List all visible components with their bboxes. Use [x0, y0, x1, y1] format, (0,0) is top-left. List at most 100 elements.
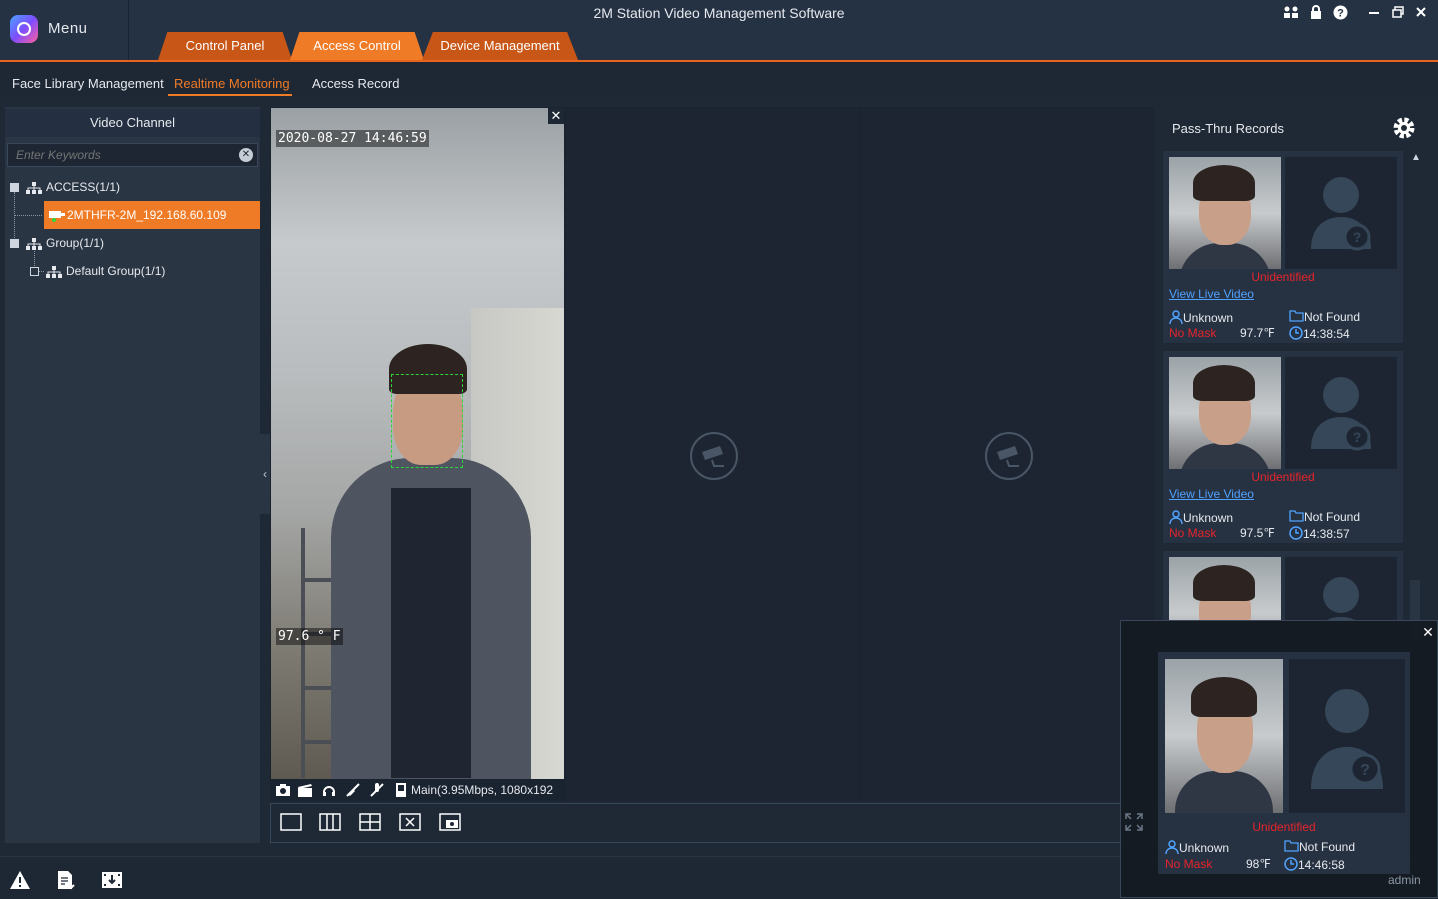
svg-text:?: ? [1353, 429, 1362, 445]
person-name: Unknown [1169, 310, 1233, 325]
snapshot-all-icon[interactable] [439, 813, 461, 831]
network-tree-icon [46, 265, 62, 278]
search-input[interactable] [14, 147, 238, 163]
identification-status: Unidentified [1251, 270, 1315, 284]
pass-thru-record[interactable]: ? Unidentified View Live Video Unknown N… [1163, 351, 1403, 543]
channel-search: ✕ [7, 143, 258, 167]
clock-icon [1289, 526, 1303, 540]
channel-toolbar: Main(3.95Mbps, 1080x192 [271, 779, 564, 801]
person-name-value: Unknown [1183, 511, 1234, 525]
time-value: 14:38:54 [1303, 327, 1350, 341]
person-name-value: Unknown [1183, 311, 1234, 325]
layout-2x2-icon[interactable] [359, 813, 381, 831]
view-live-video-link[interactable]: View Live Video [1169, 287, 1254, 301]
osd-temperature: 97.6 ° F [276, 628, 343, 645]
match-value: Not Found [1304, 510, 1361, 524]
identification-status: Unidentified [1251, 470, 1315, 484]
clock-icon [1289, 326, 1303, 340]
person-name: Unknown [1165, 840, 1229, 855]
camera-placeholder-icon [985, 432, 1033, 480]
tree-collapse-icon[interactable] [10, 239, 19, 249]
current-user: admin [1388, 873, 1421, 887]
record-time: 14:38:57 [1289, 526, 1350, 541]
tree-node-group[interactable]: Group(1/1) [10, 233, 104, 253]
audio-mute-icon[interactable] [345, 782, 361, 798]
active-subtab-indicator [168, 94, 292, 96]
match-result: Not Found [1289, 310, 1360, 324]
layout-1x3-icon[interactable] [319, 813, 341, 831]
scroll-up-icon[interactable]: ▲ [1408, 150, 1424, 166]
popup-record-card[interactable]: ? Unidentified Unknown Not Found No Mask… [1158, 652, 1410, 874]
close-icon[interactable] [1412, 5, 1430, 21]
close-channel-icon[interactable]: ✕ [548, 108, 564, 124]
person-name: Unknown [1169, 510, 1233, 525]
gear-icon[interactable] [1392, 116, 1416, 140]
view-live-video-link[interactable]: View Live Video [1169, 487, 1254, 501]
match-value: Not Found [1299, 840, 1356, 854]
record-time: 14:46:58 [1284, 857, 1345, 872]
person-name-value: Unknown [1179, 841, 1230, 855]
folder-icon [1289, 310, 1304, 322]
person-icon [1165, 840, 1179, 855]
tree-node-access[interactable]: ACCESS(1/1) [10, 177, 120, 197]
help-icon[interactable]: ? [1331, 5, 1349, 23]
tree-expand-icon[interactable] [30, 267, 39, 277]
close-popup-icon[interactable]: ✕ [1420, 624, 1436, 640]
pass-thru-record[interactable] [1163, 551, 1403, 620]
layout-1x1-icon[interactable] [280, 813, 302, 831]
svg-text:?: ? [1353, 229, 1362, 245]
users-icon[interactable] [1282, 5, 1300, 22]
osd-timestamp: 2020-08-27 14:46:59 [276, 130, 429, 147]
stream-info: Main(3.95Mbps, 1080x192 [411, 783, 554, 797]
restore-icon[interactable] [1389, 5, 1407, 21]
unknown-person-icon [1285, 557, 1397, 620]
pass-thru-record[interactable]: ? Unidentified View Live Video Unknown N… [1163, 151, 1403, 343]
empty-channel-2[interactable] [566, 108, 859, 801]
tab-control-panel[interactable]: Control Panel [158, 32, 292, 60]
mask-status: No Mask [1169, 526, 1217, 540]
tab-device-management[interactable]: Device Management [422, 32, 578, 60]
camera-placeholder-icon [690, 432, 738, 480]
subtab-face-library[interactable]: Face Library Management [12, 76, 164, 91]
unknown-person-icon: ? [1285, 357, 1397, 469]
subtab-realtime-monitoring[interactable]: Realtime Monitoring [174, 76, 290, 91]
alarm-warning-icon[interactable] [9, 870, 31, 890]
temperature: 98℉ [1246, 857, 1271, 871]
minimize-icon[interactable] [1365, 5, 1383, 21]
clock-icon [1284, 857, 1298, 871]
live-video-channel-1[interactable]: 2020-08-27 14:46:59 97.6 ° F [271, 108, 564, 779]
expand-icon[interactable] [1124, 812, 1144, 832]
collapse-panel-handle[interactable]: ‹ [260, 434, 270, 514]
subtab-access-record[interactable]: Access Record [312, 76, 399, 91]
tree-collapse-icon[interactable] [10, 183, 19, 193]
layout-toolbar [270, 803, 1154, 843]
menu-label: Menu [48, 20, 88, 37]
captured-face-photo [1169, 157, 1281, 269]
close-all-channels-icon[interactable] [399, 813, 421, 831]
empty-channel-3[interactable] [861, 108, 1154, 801]
identification-status: Unidentified [1252, 820, 1316, 834]
tree-node-device[interactable]: 2MTHFR-2M_192.168.60.109 [44, 201, 260, 229]
tab-access-control[interactable]: Access Control [290, 32, 424, 60]
time-value: 14:46:58 [1298, 858, 1345, 872]
snapshot-icon[interactable] [275, 782, 291, 798]
match-value: Not Found [1304, 310, 1361, 324]
svg-text:?: ? [1360, 762, 1370, 779]
match-result: Not Found [1289, 510, 1360, 524]
clear-search-icon[interactable]: ✕ [239, 148, 253, 162]
log-export-icon[interactable] [56, 870, 78, 890]
mask-status: No Mask [1169, 326, 1217, 340]
temperature: 97.5℉ [1240, 526, 1275, 540]
stream-type-icon[interactable] [393, 782, 409, 798]
download-video-icon[interactable] [101, 870, 123, 890]
network-tree-icon [26, 237, 42, 250]
folder-icon [1289, 510, 1304, 522]
playback-icon[interactable] [321, 782, 337, 798]
lock-icon[interactable] [1307, 5, 1325, 22]
temperature: 97.7℉ [1240, 326, 1275, 340]
svg-text:?: ? [1337, 8, 1344, 20]
talk-mute-icon[interactable] [369, 782, 385, 798]
record-clip-icon[interactable] [297, 782, 313, 798]
network-tree-icon [26, 181, 42, 194]
tree-node-default-group[interactable]: Default Group(1/1) [30, 261, 165, 281]
